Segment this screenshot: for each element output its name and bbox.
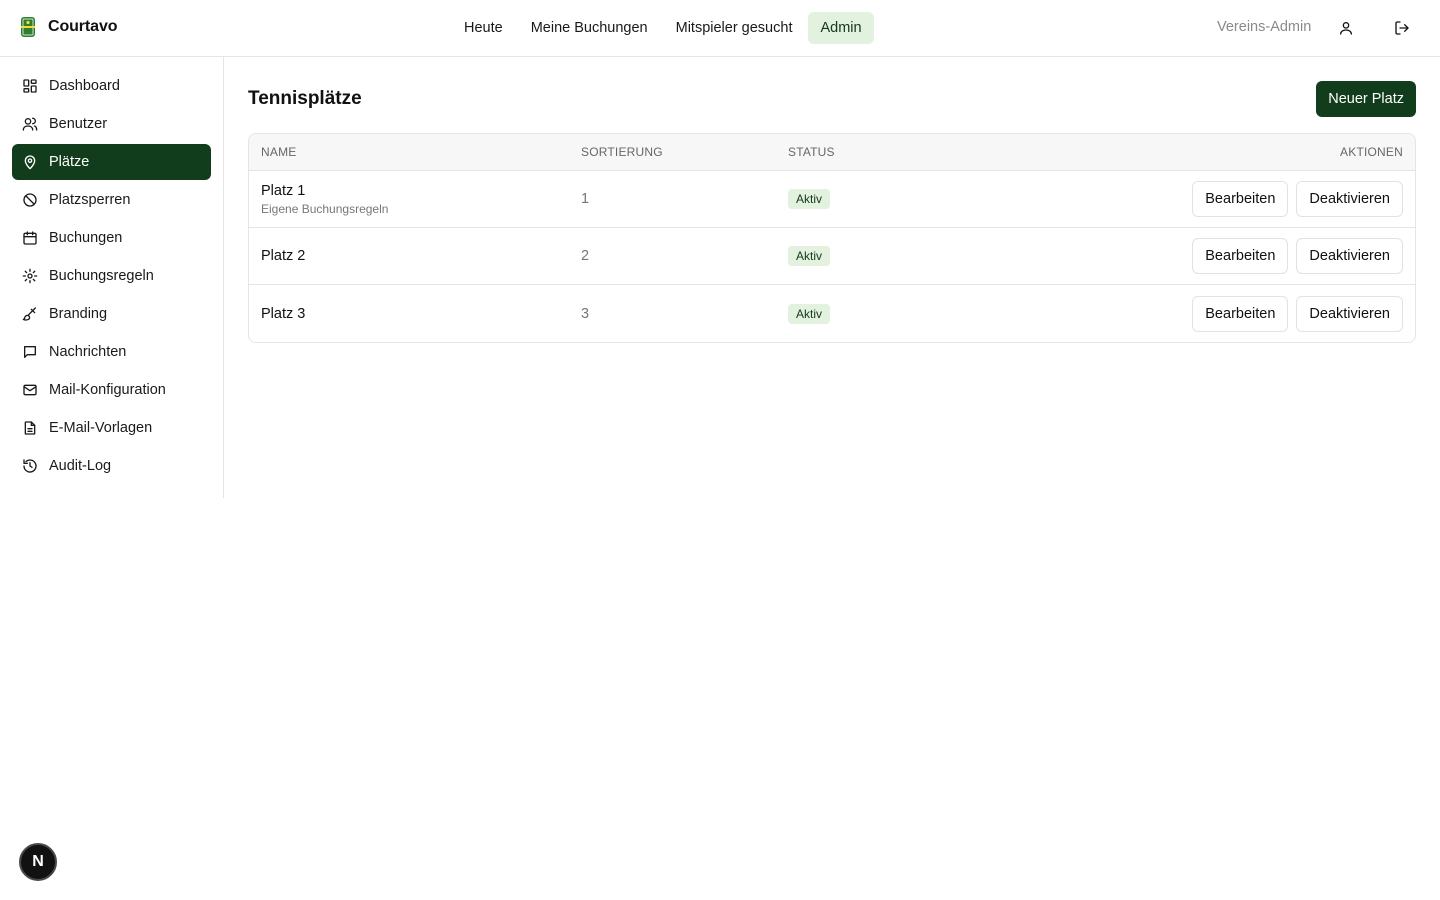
- document-icon: [24, 421, 36, 435]
- main-content: Tennisplätze Neuer Platz NAME SORTIERUNG…: [248, 57, 1416, 343]
- logout-button[interactable]: [1392, 18, 1412, 38]
- edit-button[interactable]: Bearbeiten: [1192, 295, 1289, 332]
- mail-icon: [23, 384, 37, 396]
- admin-sidebar: Dashboard Benutzer Plätze Platzsperren B…: [0, 57, 224, 498]
- sidebar-item-label: Dashboard: [49, 78, 120, 94]
- sidebar-item-label: Nachrichten: [49, 344, 127, 360]
- table-row: Platz 2 2 Aktiv Bearbeiten Deaktivieren: [249, 228, 1415, 285]
- sidebar-item-audit-log[interactable]: Audit-Log: [12, 448, 211, 484]
- profile-button[interactable]: [1336, 18, 1356, 38]
- user-role-label: Vereins-Admin: [1217, 19, 1312, 35]
- users-icon: [22, 117, 38, 131]
- dashboard-icon: [23, 79, 37, 93]
- deactivate-button[interactable]: Deaktivieren: [1296, 238, 1403, 274]
- column-header-name[interactable]: NAME: [249, 145, 581, 159]
- court-sort-order: 3: [581, 305, 590, 322]
- map-pin-icon: [24, 155, 36, 170]
- topnav-heute[interactable]: Heute: [452, 12, 515, 44]
- sidebar-item-buchungen[interactable]: Buchungen: [12, 220, 211, 256]
- sidebar-item-buchungsregeln[interactable]: Buchungsregeln: [12, 258, 211, 294]
- topnav-mitspieler-gesucht[interactable]: Mitspieler gesucht: [664, 12, 805, 44]
- sidebar-item-branding[interactable]: Branding: [12, 296, 211, 332]
- status-badge: Aktiv: [788, 303, 831, 324]
- edit-button[interactable]: Bearbeiten: [1192, 181, 1289, 217]
- sidebar-item-label: Branding: [49, 306, 108, 322]
- tennis-court-logo-icon: [21, 17, 35, 37]
- history-icon: [23, 459, 37, 473]
- deactivate-button[interactable]: Deaktivieren: [1296, 295, 1403, 332]
- table-row: Platz 1 Eigene Buchungsregeln 1 Aktiv Be…: [249, 171, 1415, 228]
- sidebar-item-label: Plätze: [49, 154, 90, 170]
- top-bar: Courtavo Heute Meine Buchungen Mitspiele…: [0, 0, 1440, 57]
- sidebar-item-label: Mail-Konfiguration: [49, 382, 166, 398]
- sidebar-item-plaetze[interactable]: Plätze: [12, 144, 211, 180]
- court-sort-order: 2: [581, 248, 590, 264]
- sidebar-item-mail-konfiguration[interactable]: Mail-Konfiguration: [12, 372, 211, 408]
- gear-icon: [22, 268, 38, 284]
- ban-icon: [23, 193, 37, 207]
- court-sort-order: 1: [581, 191, 590, 207]
- sidebar-item-nachrichten[interactable]: Nachrichten: [12, 334, 211, 370]
- status-badge: Aktiv: [788, 189, 831, 209]
- topnav-meine-buchungen[interactable]: Meine Buchungen: [519, 12, 660, 44]
- page-header: Tennisplätze Neuer Platz: [248, 57, 1416, 133]
- sidebar-item-platzsperren[interactable]: Platzsperren: [12, 182, 211, 218]
- paintbrush-icon: [22, 307, 36, 321]
- user-icon: [1340, 22, 1352, 35]
- sidebar-item-label: Platzsperren: [49, 192, 131, 208]
- sidebar-item-label: Benutzer: [49, 116, 108, 132]
- column-header-sort[interactable]: SORTIERUNG: [581, 145, 788, 159]
- court-note: Eigene Buchungsregeln: [261, 201, 389, 216]
- topnav-admin[interactable]: Admin: [808, 12, 874, 44]
- column-header-status[interactable]: STATUS: [788, 145, 988, 159]
- courts-table: NAME SORTIERUNG STATUS AKTIONEN Platz 1 …: [248, 133, 1416, 343]
- page-title: Tennisplätze: [248, 88, 362, 109]
- sidebar-item-label: Buchungsregeln: [49, 268, 154, 284]
- app-name: Courtavo: [48, 18, 118, 35]
- sidebar-item-label: Audit-Log: [49, 458, 112, 474]
- sidebar-item-benutzer[interactable]: Benutzer: [12, 106, 211, 142]
- message-icon: [24, 346, 36, 358]
- edit-button[interactable]: Bearbeiten: [1192, 238, 1289, 274]
- court-name: Platz 2: [261, 248, 306, 264]
- dev-tools-button[interactable]: N: [19, 843, 57, 881]
- table-header: NAME SORTIERUNG STATUS AKTIONEN: [249, 134, 1415, 171]
- column-header-actions: AKTIONEN: [1340, 145, 1403, 159]
- calendar-icon: [23, 231, 37, 245]
- brand[interactable]: Courtavo: [20, 16, 118, 38]
- top-navigation: Heute Meine Buchungen Mitspieler gesucht…: [452, 12, 874, 44]
- status-badge: Aktiv: [788, 246, 831, 266]
- deactivate-button[interactable]: Deaktivieren: [1296, 181, 1403, 217]
- new-court-button[interactable]: Neuer Platz: [1316, 81, 1416, 117]
- sidebar-item-e-mail-vorlagen[interactable]: E-Mail-Vorlagen: [12, 410, 211, 446]
- sidebar-item-label: Buchungen: [49, 230, 123, 246]
- sidebar-item-dashboard[interactable]: Dashboard: [12, 68, 211, 104]
- court-name: Platz 3: [261, 305, 306, 322]
- sidebar-item-label: E-Mail-Vorlagen: [49, 420, 153, 436]
- court-name: Platz 1: [261, 182, 306, 199]
- table-row: Platz 3 3 Aktiv Bearbeiten Deaktivieren: [249, 285, 1415, 342]
- logout-icon: [1395, 21, 1409, 35]
